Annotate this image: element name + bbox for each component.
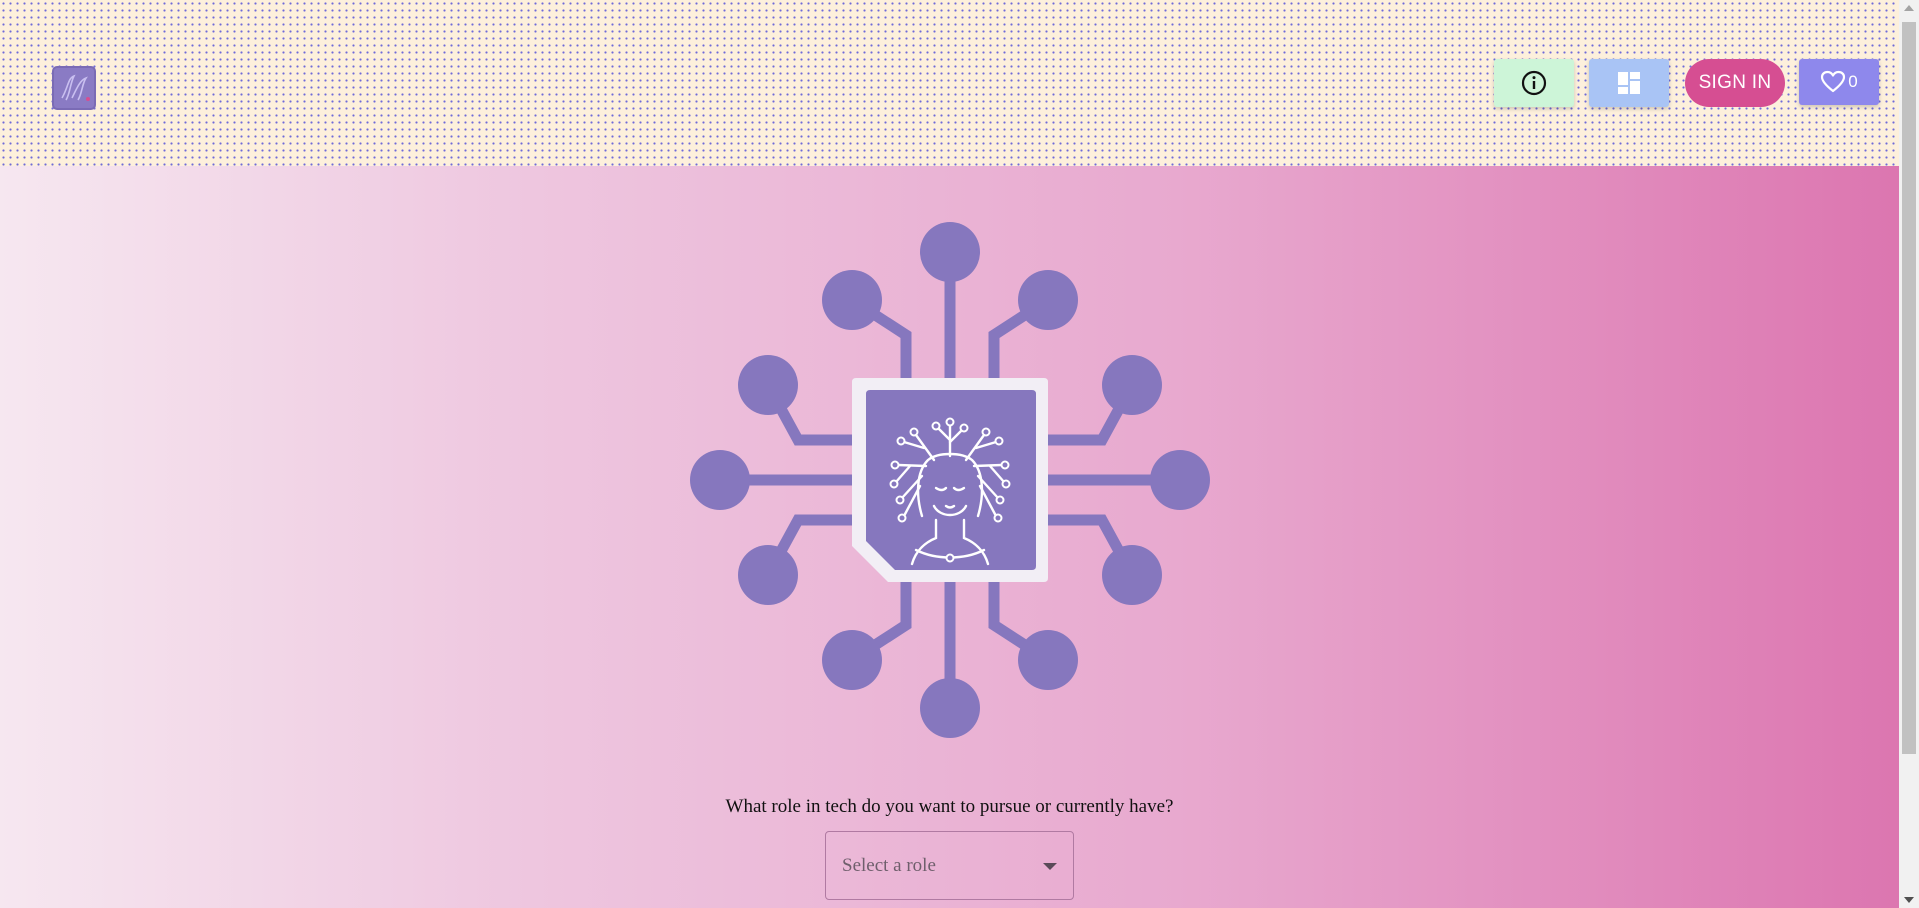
dashboard-icon — [1618, 72, 1640, 94]
scroll-down-arrow-icon[interactable] — [1904, 897, 1914, 903]
info-button[interactable] — [1494, 59, 1574, 107]
dashboard-button[interactable] — [1589, 59, 1669, 107]
scroll-up-arrow-icon[interactable] — [1904, 5, 1914, 11]
script-logo-icon — [61, 74, 90, 101]
scrollbar-thumb[interactable] — [1902, 22, 1916, 754]
vertical-scrollbar[interactable] — [1899, 0, 1919, 908]
heart-icon — [1821, 70, 1846, 93]
top-header: SIGN IN 0 — [0, 0, 1899, 166]
favorites-count: 0 — [1848, 72, 1858, 91]
circuit-tree-head-icon — [690, 222, 1210, 738]
role-question: What role in tech do you want to pursue … — [725, 796, 1174, 817]
info-icon — [1521, 70, 1547, 96]
role-select[interactable]: Select a role — [825, 831, 1074, 900]
role-select-placeholder: Select a role — [842, 855, 936, 876]
favorites-button[interactable]: 0 — [1799, 59, 1879, 105]
sign-in-button[interactable]: SIGN IN — [1685, 59, 1785, 107]
sign-in-label: SIGN IN — [1698, 72, 1772, 93]
logo[interactable] — [52, 66, 96, 110]
caret-down-icon — [1043, 863, 1057, 870]
